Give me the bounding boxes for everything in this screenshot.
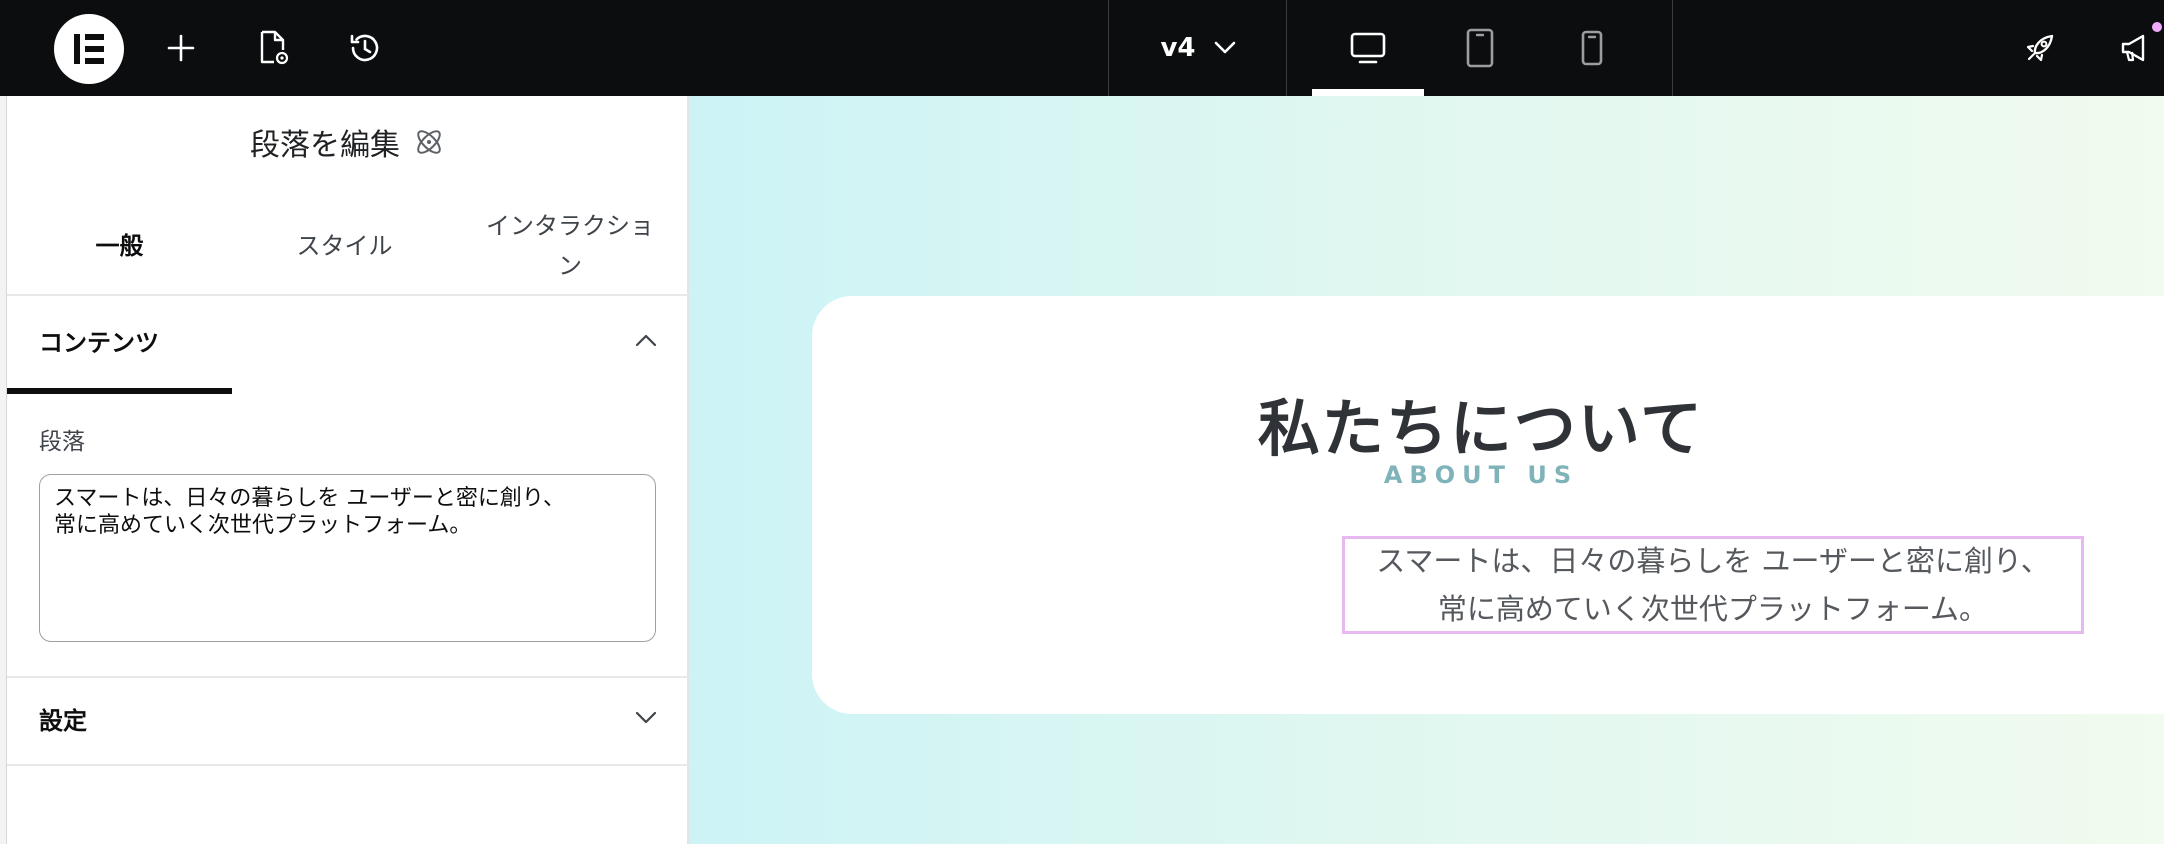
rocket-icon[interactable] [2012,0,2068,96]
section-content-label: コンテンツ [39,328,159,357]
version-label: v4 [1160,33,1196,63]
paragraph-line: 常に高めていく次世代プラットフォーム。 [1437,592,1989,626]
version-dropdown[interactable]: v4 [1110,0,1286,96]
paragraph-line: スマートは、日々の暮らしを ユーザーと密に創り、 [1376,544,2050,578]
active-tab-indicator [7,388,232,394]
selected-paragraph-widget[interactable]: スマートは、日々の暮らしを ユーザーと密に創り、 常に高めていく次世代プラットフ… [1342,536,2084,634]
panel-title-text: 段落を編集 [250,128,400,163]
tab-general[interactable]: 一般 [7,196,232,296]
section-settings-header[interactable]: 設定 [7,678,689,758]
tab-interactions[interactable]: インタラクション [475,196,665,296]
about-subheading[interactable]: ABOUT US [812,461,2150,489]
topbar-divider [1672,0,1673,96]
page-settings-icon[interactable] [248,0,298,96]
panel-title: 段落を編集 [7,116,689,168]
section-content-header[interactable]: コンテンツ [7,300,689,380]
panel-tabs: 一般 スタイル インタラクション [7,196,689,394]
top-bar: v4 [0,0,2164,96]
topbar-divider [1108,0,1109,96]
active-device-indicator [1312,89,1424,96]
left-edge-strip [0,96,7,844]
chevron-up-icon [635,334,657,347]
editor-canvas: 私たちについて ABOUT US スマートは、日々の暮らしを ユーザーと密に創り… [689,96,2164,844]
history-icon[interactable] [340,0,390,96]
desktop-icon[interactable] [1320,0,1416,96]
section-divider [7,764,689,766]
tablet-icon[interactable] [1432,0,1528,96]
paragraph-field-label: 段落 [39,429,85,455]
about-heading[interactable]: 私たちについて [812,378,2150,468]
section-settings-label: 設定 [39,706,87,735]
elementor-logo-icon[interactable] [54,14,124,84]
tab-style[interactable]: スタイル [232,196,457,296]
topbar-divider [1286,0,1287,96]
chevron-down-icon [1214,41,1235,54]
chevron-down-icon [635,711,657,724]
paragraph-textarea[interactable]: スマートは、日々の暮らしを ユーザーと密に創り、 常に高めていく次世代プラットフ… [39,474,656,642]
atomic-icon [417,130,441,154]
megaphone-icon[interactable] [2108,0,2164,96]
about-card[interactable]: 私たちについて ABOUT US スマートは、日々の暮らしを ユーザーと密に創り… [812,296,2164,714]
editor-panel: 段落を編集 一般 スタイル インタラクション コンテンツ 段落 スマートは、日々… [7,96,689,844]
notification-badge [2150,20,2164,34]
mobile-icon[interactable] [1544,0,1640,96]
plus-icon[interactable] [156,0,206,96]
